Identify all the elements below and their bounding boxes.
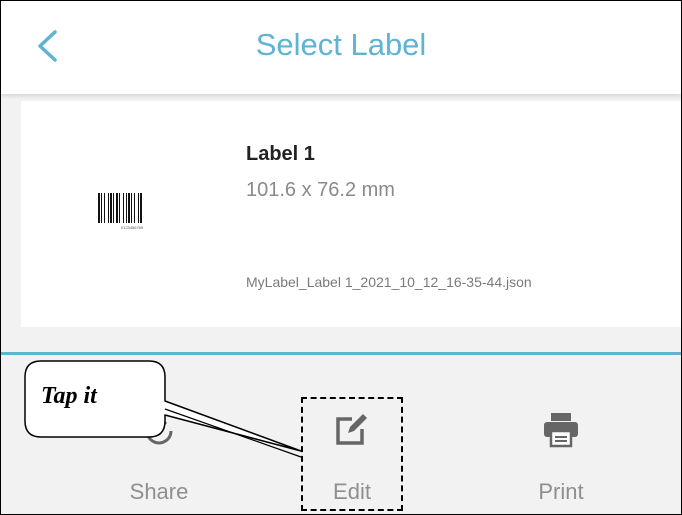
- app-screen: Select Label 0123456789 Label 1 101.6 x …: [0, 0, 682, 515]
- app-header: Select Label: [1, 1, 681, 94]
- label-filename: MyLabel_Label 1_2021_10_12_16-35-44.json: [246, 274, 532, 290]
- callout-text: Tap it: [41, 383, 97, 409]
- barcode-caption: 0123456789: [120, 225, 144, 230]
- print-label: Print: [538, 479, 584, 504]
- barcode-thumbnail: [98, 193, 142, 223]
- share-label: Share: [129, 479, 189, 504]
- edit-highlight-box: [301, 397, 403, 511]
- label-size: 101.6 x 76.2 mm: [246, 179, 395, 201]
- label-name: Label 1: [246, 143, 315, 165]
- page-title: Select Label: [255, 27, 427, 62]
- print-button[interactable]: Print: [496, 355, 626, 514]
- printer-icon: [544, 413, 578, 448]
- label-card[interactable]: 0123456789 Label 1 101.6 x 76.2 mm MyLab…: [21, 101, 681, 327]
- callout-bubble: [24, 360, 302, 458]
